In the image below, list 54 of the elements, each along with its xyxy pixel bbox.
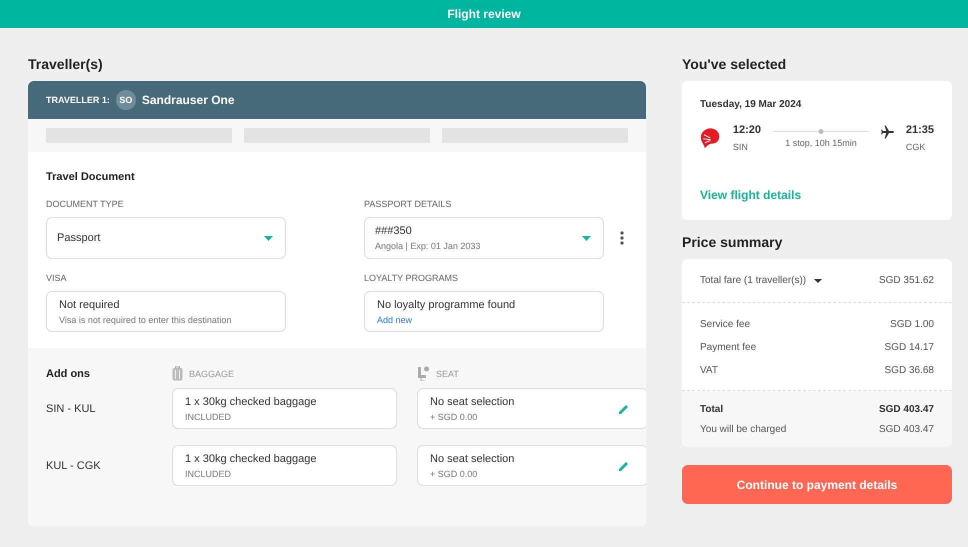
field-label: DOCUMENT TYPE: [46, 199, 125, 209]
info-box: Not required Visa is not required to enter this destination: [46, 291, 286, 332]
stops-duration: 1 stop, 10h 15min: [785, 138, 857, 148]
arrival-time: 21:35: [906, 124, 934, 136]
section-title: Travel Document: [46, 171, 136, 183]
section-heading: You've selected: [682, 56, 788, 72]
seat-selection-box[interactable]: No seat selection + SGD 0.00: [417, 445, 646, 486]
total-fare-toggle[interactable]: Total fare (1 traveller(s)): [700, 275, 822, 286]
dropdown-field[interactable]: ###350 Angola | Exp: 01 Jan 2033: [364, 217, 604, 259]
route-line-icon: [773, 129, 870, 134]
pencil-icon[interactable]: [619, 460, 629, 470]
fee-label: Payment fee: [700, 342, 756, 353]
baggage-box: 1 x 30kg checked baggage INCLUDED: [172, 445, 397, 486]
seat-icon: [417, 366, 430, 381]
fee-label: VAT: [700, 365, 718, 376]
field-label: PASSPORT DETAILS: [364, 199, 452, 209]
more-options-icon[interactable]: [620, 231, 624, 245]
airport-code: CGK: [906, 142, 926, 152]
flight-date: Tuesday, 19 Mar 2024: [700, 99, 802, 110]
charged-label: You will be charged: [700, 424, 786, 435]
field-label: LOYALTY PROGRAMS: [364, 273, 460, 283]
route-label: SIN - KUL: [46, 402, 97, 414]
pencil-icon[interactable]: [619, 404, 629, 414]
dropdown-field[interactable]: Passport: [46, 217, 286, 259]
baggage-box: 1 x 30kg checked baggage INCLUDED: [172, 388, 397, 429]
column-heading: BAGGAGE: [189, 368, 234, 378]
airport-code: SIN: [732, 142, 749, 152]
fee-label: Service fee: [700, 319, 750, 330]
total-value: SGD 403.47: [878, 404, 934, 415]
price-value: SGD 14.17: [884, 342, 934, 353]
price-value: SGD 1.00: [890, 319, 934, 330]
caret-icon: [814, 278, 822, 282]
traveller-name: Sandrauser One: [142, 93, 235, 107]
traveller-label: TRAVELLER 1:: [46, 95, 110, 105]
seat-selection-box[interactable]: No seat selection + SGD 0.00: [417, 388, 646, 429]
caret-icon: [582, 236, 591, 240]
departure-time: 12:20: [732, 124, 762, 136]
price-value: SGD 351.62: [878, 275, 934, 286]
avatar-initials: SO: [116, 90, 136, 110]
airplane-icon: [881, 124, 894, 140]
caret-icon: [264, 236, 273, 240]
info-box[interactable]: No loyalty programme found Add new: [364, 291, 604, 332]
total-label: Total: [700, 404, 724, 415]
price-value: SGD 403.47: [878, 424, 934, 435]
section-title: Add ons: [46, 368, 91, 380]
price-value: SGD 36.68: [884, 365, 934, 376]
page-title: Flight review: [447, 7, 521, 21]
section-heading: Traveller(s): [28, 56, 104, 72]
suitcase-icon: [172, 366, 183, 381]
column-heading: SEAT: [436, 368, 459, 378]
route-label: KUL - CGK: [46, 460, 102, 472]
section-heading: Price summary: [682, 234, 784, 250]
field-label: VISA: [46, 273, 68, 283]
add-new-link[interactable]: Add new: [377, 314, 516, 324]
